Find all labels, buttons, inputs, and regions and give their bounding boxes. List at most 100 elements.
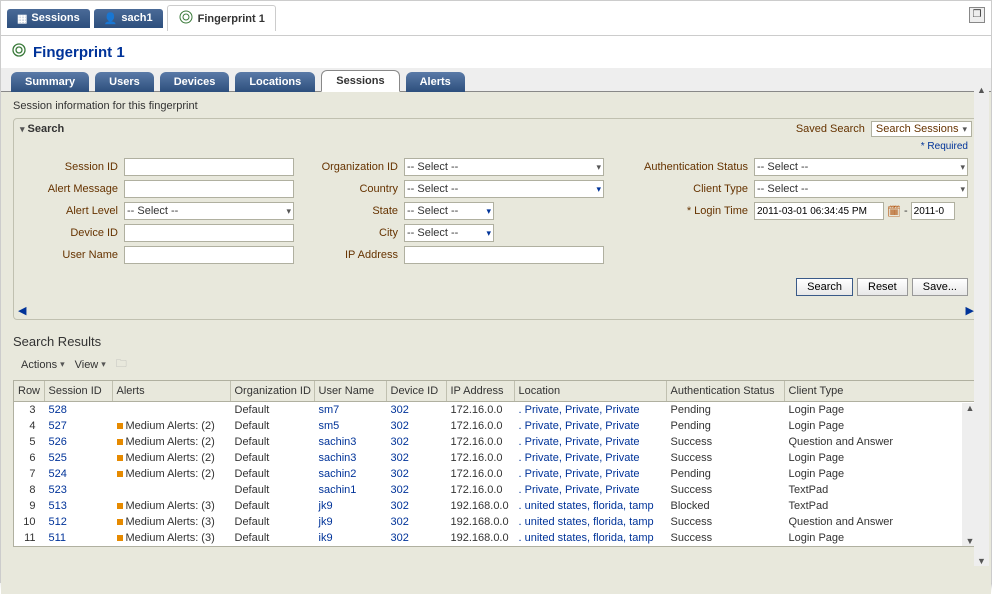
search-title[interactable]: ▾ Search [20,123,64,135]
device-id-input[interactable] [124,224,294,242]
cell: 172.16.0.0 [446,450,514,466]
cell[interactable]: . Private, Private, Private [514,418,666,434]
cell[interactable]: sm5 [314,418,386,434]
cell[interactable]: 302 [386,450,446,466]
top-tab-sach1[interactable]: 👤 sach1 [94,9,163,28]
org-id-select[interactable]: -- Select --▾ [404,158,604,176]
country-select[interactable]: -- Select --▾ [404,180,604,198]
tab-devices[interactable]: Devices [160,72,230,92]
col-header[interactable]: Device ID [386,381,446,402]
cell[interactable]: sachin2 [314,466,386,482]
login-time-to-input[interactable] [911,202,955,220]
alert-dot-icon [117,535,123,541]
tab-locations[interactable]: Locations [235,72,315,92]
col-header[interactable]: Session ID [44,381,112,402]
col-header[interactable]: User Name [314,381,386,402]
col-header[interactable]: Alerts [112,381,230,402]
nav-tabs: Summary Users Devices Locations Sessions… [1,68,991,92]
calendar-icon[interactable]: 🗓 [887,205,901,218]
login-time-from-input[interactable] [754,202,884,220]
cell[interactable]: jk9 [314,514,386,530]
cell[interactable]: 302 [386,402,446,419]
col-header[interactable]: Organization ID [230,381,314,402]
tab-summary[interactable]: Summary [11,72,89,92]
top-tab-sessions[interactable]: ▦ Sessions [7,9,90,28]
table-row[interactable]: 7524Medium Alerts: (2)Defaultsachin23021… [14,466,978,482]
cell[interactable]: 302 [386,530,446,546]
auth-status-select[interactable]: -- Select --▾ [754,158,968,176]
cell[interactable]: 302 [386,418,446,434]
cell[interactable]: . united states, florida, tamp [514,514,666,530]
cell[interactable]: 302 [386,434,446,450]
table-row[interactable]: 8523Defaultsachin1302172.16.0.0. Private… [14,482,978,498]
alert-message-input[interactable] [124,180,294,198]
table-row[interactable]: 6525Medium Alerts: (2)Defaultsachin33021… [14,450,978,466]
cell[interactable]: sachin3 [314,434,386,450]
client-type-select[interactable]: -- Select --▾ [754,180,968,198]
tab-alerts[interactable]: Alerts [406,72,465,92]
session-id-input[interactable] [124,158,294,176]
saved-search-select[interactable]: Search Sessions ▾ [871,121,972,137]
cell: Success [666,434,784,450]
cell: Default [230,434,314,450]
user-icon: 👤 [104,12,118,25]
cell[interactable]: . united states, florida, tamp [514,530,666,546]
view-menu[interactable]: View ▾ [75,359,106,371]
table-row[interactable]: 10512Medium Alerts: (3)Defaultjk9302192.… [14,514,978,530]
search-button[interactable]: Search [796,278,853,296]
tab-sessions[interactable]: Sessions [321,70,399,92]
cell[interactable]: . Private, Private, Private [514,434,666,450]
cell[interactable]: sachin3 [314,450,386,466]
save-button[interactable]: Save... [912,278,968,296]
cell: 11 [14,530,44,546]
cell[interactable]: 525 [44,450,112,466]
cell[interactable]: 302 [386,466,446,482]
outer-scrollbar[interactable]: ▲▼ [974,85,989,566]
table-row[interactable]: 5526Medium Alerts: (2)Defaultsachin33021… [14,434,978,450]
col-header[interactable]: Client Type [784,381,978,402]
col-header[interactable]: Row [14,381,44,402]
col-header[interactable]: IP Address [446,381,514,402]
cell[interactable]: . Private, Private, Private [514,482,666,498]
restore-window-icon[interactable]: ❐ [969,7,985,23]
cell[interactable]: sm7 [314,402,386,419]
cell[interactable]: 524 [44,466,112,482]
actions-menu[interactable]: Actions ▾ [21,359,65,371]
cell[interactable]: 512 [44,514,112,530]
scroll-left-icon[interactable]: ◀ [18,304,26,317]
cell[interactable]: . Private, Private, Private [514,450,666,466]
cell[interactable]: 302 [386,482,446,498]
top-tab-fingerprint[interactable]: Fingerprint 1 [167,5,276,31]
cell: Default [230,482,314,498]
state-select[interactable]: -- Select --▾ [404,202,494,220]
city-select[interactable]: -- Select --▾ [404,224,494,242]
cell[interactable]: . Private, Private, Private [514,402,666,419]
scroll-right-icon[interactable]: ▶ [966,304,974,317]
cell[interactable]: ik9 [314,530,386,546]
cell[interactable]: 302 [386,498,446,514]
cell[interactable]: 526 [44,434,112,450]
cell[interactable]: 513 [44,498,112,514]
col-header[interactable]: Location [514,381,666,402]
cell[interactable]: . united states, florida, tamp [514,498,666,514]
ip-address-input[interactable] [404,246,604,264]
cell[interactable]: 523 [44,482,112,498]
cell: Default [230,530,314,546]
table-row[interactable]: 9513Medium Alerts: (3)Defaultjk9302192.1… [14,498,978,514]
user-name-input[interactable] [124,246,294,264]
reset-button[interactable]: Reset [857,278,908,296]
col-header[interactable]: Authentication Status [666,381,784,402]
cell[interactable]: 528 [44,402,112,419]
cell[interactable]: 511 [44,530,112,546]
table-row[interactable]: 4527Medium Alerts: (2)Defaultsm5302172.1… [14,418,978,434]
tab-users[interactable]: Users [95,72,154,92]
table-row[interactable]: 3528Defaultsm7302172.16.0.0. Private, Pr… [14,402,978,419]
cell[interactable]: sachin1 [314,482,386,498]
cell[interactable]: . Private, Private, Private [514,466,666,482]
cell[interactable]: 527 [44,418,112,434]
table-row[interactable]: 11511Medium Alerts: (3)Defaultik9302192.… [14,530,978,546]
cell[interactable]: jk9 [314,498,386,514]
alert-level-select[interactable]: -- Select --▾ [124,202,294,220]
cell[interactable]: 302 [386,514,446,530]
detach-icon[interactable]: 🗀 [116,355,127,374]
